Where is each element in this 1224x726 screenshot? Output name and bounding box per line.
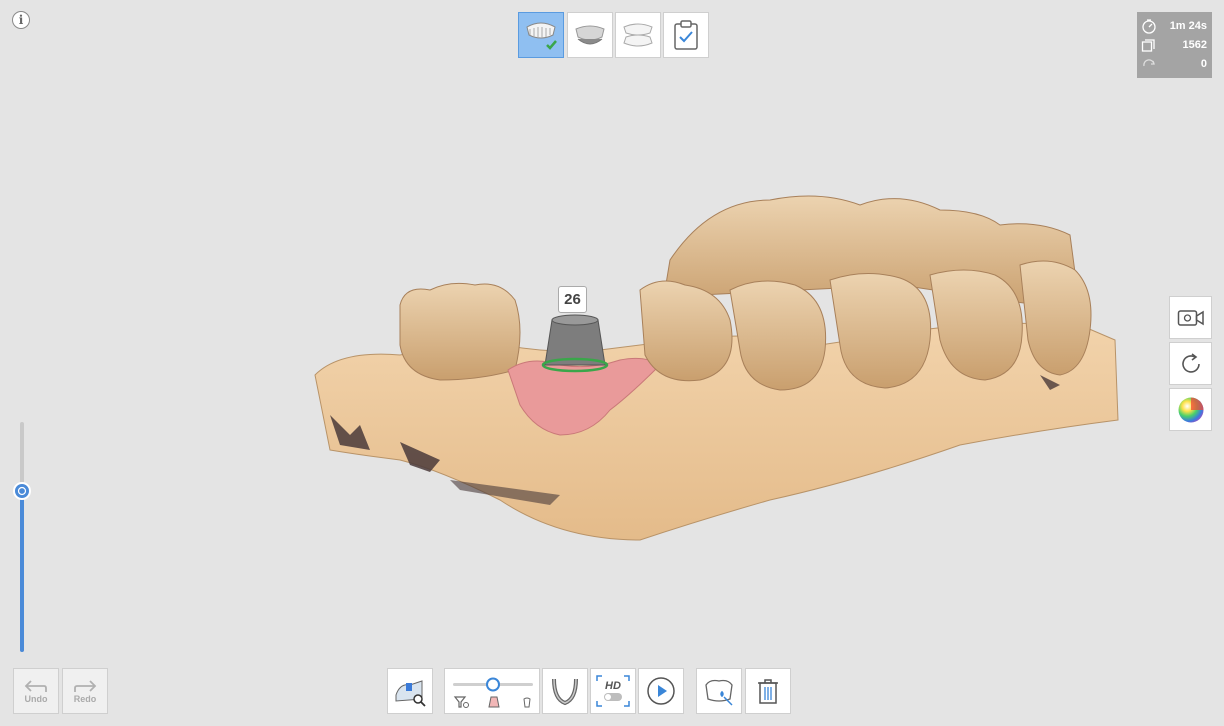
tooth-number-label[interactable]: 26	[558, 286, 587, 313]
occlusion-stage-button[interactable]	[615, 12, 661, 58]
dental-arch-icon	[552, 678, 578, 706]
dental-scan-model[interactable]	[300, 180, 1130, 560]
frame-count: 1562	[1182, 38, 1207, 51]
small-tooth-icon	[523, 697, 531, 708]
maxilla-stage-button[interactable]	[518, 12, 564, 58]
redo-button[interactable]: Redo	[62, 668, 108, 714]
tooth-sparkle-icon	[705, 679, 733, 706]
undo-icon	[24, 680, 47, 692]
video-camera-icon	[1177, 309, 1204, 326]
check-icon	[546, 40, 557, 50]
arch-select-button[interactable]	[542, 668, 588, 714]
rotation-icon	[1143, 58, 1155, 66]
timer-icon	[1142, 18, 1156, 34]
frames-icon	[1141, 38, 1155, 52]
clipboard-check-icon	[674, 20, 698, 50]
mandible-arch-icon	[575, 25, 605, 45]
scan-inspect-icon	[395, 680, 426, 707]
ai-cleanup-button[interactable]	[696, 668, 742, 714]
refresh-icon	[1181, 352, 1200, 373]
play-icon	[647, 677, 675, 705]
color-wheel-icon	[1178, 397, 1203, 422]
review-stage-button[interactable]	[663, 12, 709, 58]
svg-text:HD: HD	[605, 680, 621, 692]
maxilla-arch-icon	[526, 22, 557, 50]
scan-time: 1m 24s	[1169, 19, 1207, 32]
mandible-stage-button[interactable]	[567, 12, 613, 58]
trim-slider-handle	[486, 677, 500, 692]
scan-stats-panel: 1m 24s 1562 0	[1137, 12, 1212, 78]
scan-inspect-button[interactable]	[387, 668, 433, 714]
redo-icon	[74, 680, 97, 692]
trim-filter-control[interactable]	[444, 668, 540, 714]
filter-slider-handle[interactable]	[13, 482, 31, 500]
redo-label: Redo	[73, 694, 97, 704]
undo-label: Undo	[24, 694, 48, 704]
reset-view-button[interactable]	[1169, 342, 1212, 385]
undo-button[interactable]: Undo	[13, 668, 59, 714]
occlusion-arch-icon	[623, 23, 653, 47]
record-video-button[interactable]	[1169, 296, 1212, 339]
color-mode-button[interactable]	[1169, 388, 1212, 431]
tooth-filter-icon	[488, 696, 500, 708]
info-icon[interactable]: i	[12, 11, 30, 29]
trash-icon	[758, 679, 778, 704]
rotation-count: 0	[1200, 57, 1207, 70]
filter-off-icon	[453, 696, 469, 708]
hd-off-icon: HD	[596, 675, 630, 707]
play-button[interactable]	[638, 668, 684, 714]
filter-slider-fill	[20, 491, 24, 652]
aperture-icon	[17, 486, 27, 496]
delete-button[interactable]	[745, 668, 791, 714]
hd-mode-toggle[interactable]: HD	[590, 668, 636, 714]
